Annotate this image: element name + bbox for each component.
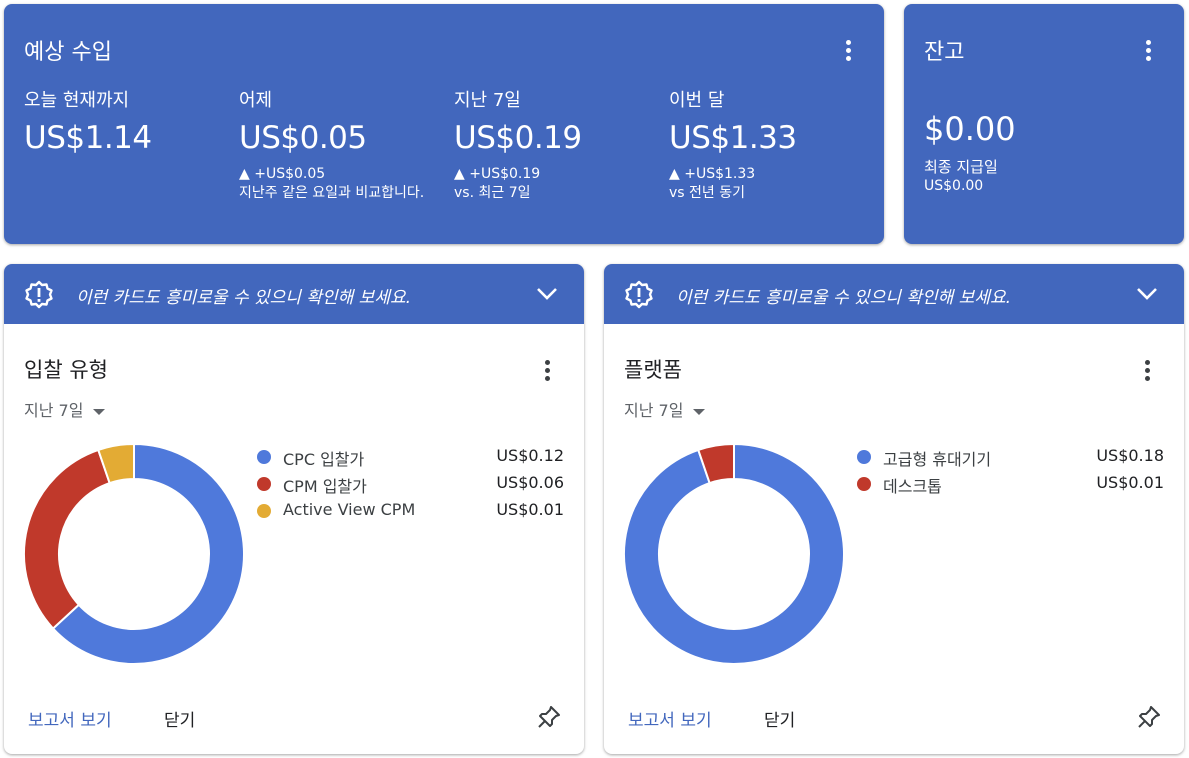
period-label: 지난 7일 xyxy=(624,401,684,420)
legend-label: Active View CPM xyxy=(283,500,416,519)
legend-row[interactable]: Active View CPM US$0.01 xyxy=(254,500,564,527)
last-payment-value: US$0.00 xyxy=(924,178,984,194)
caret-down-icon xyxy=(93,408,106,415)
legend-dot xyxy=(257,450,271,464)
metric-label: 이번 달 xyxy=(669,90,725,111)
pin-icon[interactable] xyxy=(1136,704,1162,730)
pin-icon[interactable] xyxy=(536,704,562,730)
platform-donut-chart xyxy=(623,442,845,665)
legend-value: US$0.01 xyxy=(496,500,564,519)
metric-label: 지난 7일 xyxy=(454,90,521,111)
metric-label: 오늘 현재까지 xyxy=(24,90,130,111)
legend-dot xyxy=(257,504,271,518)
period-dropdown[interactable]: 지난 7일 xyxy=(624,397,706,421)
chevron-down-icon[interactable] xyxy=(534,283,560,303)
alert-badge-icon xyxy=(25,280,53,309)
legend-dot xyxy=(857,450,871,464)
suggestion-banner[interactable]: 이런 카드도 흥미로울 수 있으니 확인해 보세요. xyxy=(4,264,584,324)
period-label: 지난 7일 xyxy=(24,401,84,420)
banner-text: 이런 카드도 흥미로울 수 있으니 확인해 보세요. xyxy=(76,288,411,308)
metric-value: US$0.05 xyxy=(239,120,367,156)
earnings-title: 예상 수입 xyxy=(24,40,112,65)
metric-note: vs. 최근 7일 xyxy=(454,185,531,201)
legend-label: 고급형 휴대기기 xyxy=(883,450,992,469)
legend-row[interactable]: 데스크톱 US$0.01 xyxy=(854,473,1164,500)
platform-card: 이런 카드도 흥미로울 수 있으니 확인해 보세요. 플랫폼 지난 7일 고급형… xyxy=(604,264,1184,754)
metric-label: 어제 xyxy=(239,90,273,111)
donut-slice-2[interactable] xyxy=(23,448,111,630)
legend-label: 데스크톱 xyxy=(883,477,942,496)
banner-text: 이런 카드도 흥미로울 수 있으니 확인해 보세요. xyxy=(676,288,1011,308)
metric-note: vs 전년 동기 xyxy=(669,185,745,201)
bid-type-card: 이런 카드도 흥미로울 수 있으니 확인해 보세요. 입찰 유형 지난 7일 C… xyxy=(4,264,584,754)
metric-note: 지난주 같은 요일과 비교합니다. xyxy=(239,185,425,201)
card-more-icon[interactable] xyxy=(1136,356,1160,384)
balance-more-icon[interactable] xyxy=(1137,36,1161,64)
bid-type-donut-chart xyxy=(23,442,245,665)
legend-row[interactable]: CPC 입찰가 US$0.12 xyxy=(254,446,564,473)
metric-delta: ▲ +US$0.05 xyxy=(239,166,326,182)
metric-last-7-days: 지난 7일 US$0.19 ▲ +US$0.19 vs. 최근 7일 xyxy=(454,86,654,203)
alert-badge-icon xyxy=(625,280,653,309)
chart-legend: 고급형 휴대기기 US$0.18 데스크톱 US$0.01 xyxy=(854,446,1164,500)
earnings-more-icon[interactable] xyxy=(837,36,861,64)
caret-down-icon xyxy=(693,408,706,415)
chevron-down-icon[interactable] xyxy=(1134,283,1160,303)
period-dropdown[interactable]: 지난 7일 xyxy=(24,397,106,421)
legend-value: US$0.01 xyxy=(1096,473,1164,492)
metric-value: US$1.33 xyxy=(669,120,797,156)
legend-value: US$0.18 xyxy=(1096,446,1164,465)
legend-dot xyxy=(857,477,871,491)
metric-value: US$0.19 xyxy=(454,120,582,156)
balance-card: 잔고 $0.00 최종 지급일 US$0.00 xyxy=(904,4,1184,244)
legend-value: US$0.06 xyxy=(496,473,564,492)
metric-value: US$1.14 xyxy=(24,120,152,156)
legend-row[interactable]: CPM 입찰가 US$0.06 xyxy=(254,473,564,500)
metric-yesterday: 어제 US$0.05 ▲ +US$0.05 지난주 같은 요일과 비교합니다. xyxy=(239,86,439,203)
metric-this-month: 이번 달 US$1.33 ▲ +US$1.33 vs 전년 동기 xyxy=(669,86,869,203)
view-report-link[interactable]: 보고서 보기 xyxy=(628,706,712,731)
metric-delta: ▲ +US$0.19 xyxy=(454,166,541,182)
legend-row[interactable]: 고급형 휴대기기 US$0.18 xyxy=(854,446,1164,473)
dismiss-button[interactable]: 닫기 xyxy=(764,706,795,731)
last-payment-label: 최종 지급일 xyxy=(924,158,998,176)
balance-value: $0.00 xyxy=(924,110,1016,148)
legend-value: US$0.12 xyxy=(496,446,564,465)
card-title: 입찰 유형 xyxy=(24,358,108,382)
estimated-earnings-card: 예상 수입 오늘 현재까지 US$1.14 어제 US$0.05 ▲ +US$0… xyxy=(4,4,884,244)
view-report-link[interactable]: 보고서 보기 xyxy=(28,706,112,731)
metric-delta: ▲ +US$1.33 xyxy=(669,166,756,182)
chart-legend: CPC 입찰가 US$0.12 CPM 입찰가 US$0.06 Active V… xyxy=(254,446,564,527)
balance-title: 잔고 xyxy=(924,40,965,65)
legend-label: CPM 입찰가 xyxy=(283,477,367,496)
suggestion-banner[interactable]: 이런 카드도 흥미로울 수 있으니 확인해 보세요. xyxy=(604,264,1184,324)
legend-label: CPC 입찰가 xyxy=(283,450,365,469)
card-more-icon[interactable] xyxy=(536,356,560,384)
metric-today: 오늘 현재까지 US$1.14 xyxy=(24,86,224,156)
card-title: 플랫폼 xyxy=(624,358,682,382)
dismiss-button[interactable]: 닫기 xyxy=(164,706,195,731)
legend-dot xyxy=(257,477,271,491)
